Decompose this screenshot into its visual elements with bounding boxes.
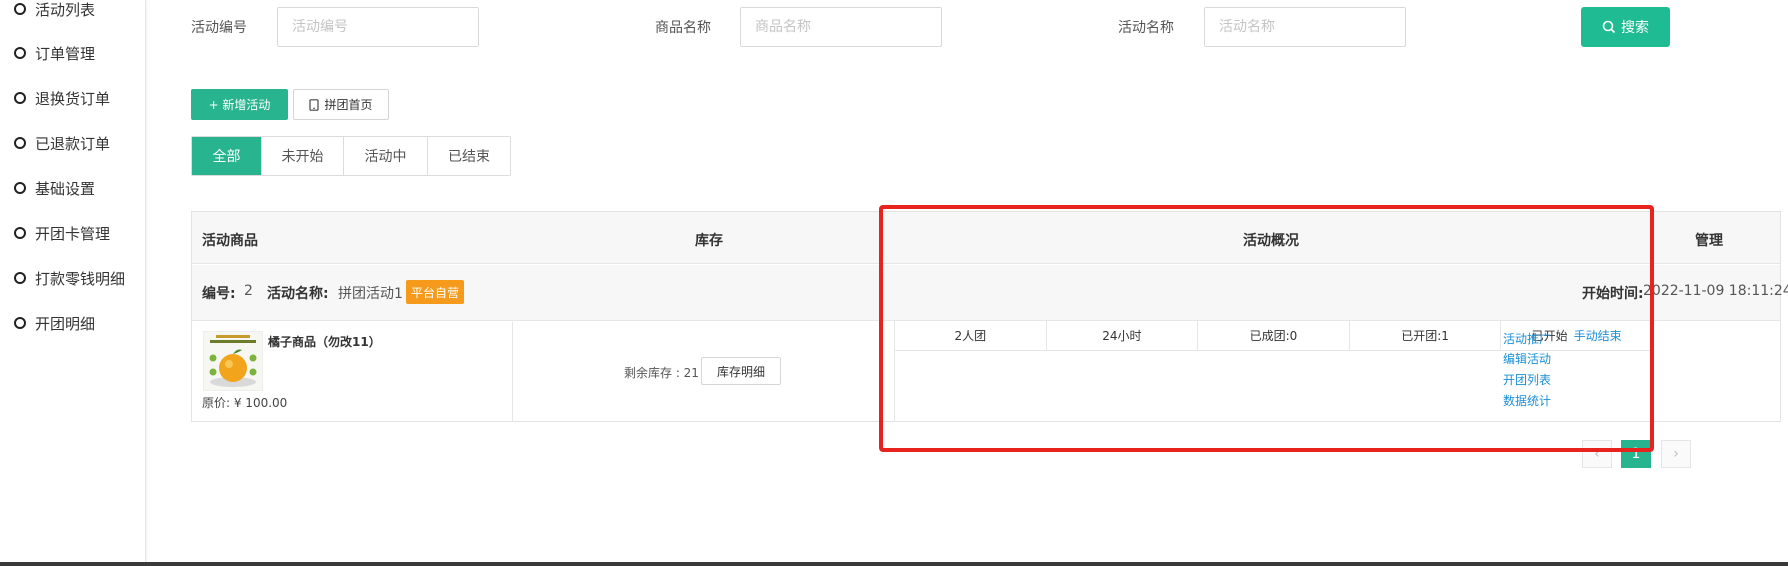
circle-icon — [14, 137, 26, 149]
sidebar-item-refunded[interactable]: 已退款订单 — [14, 131, 110, 155]
mobile-icon — [309, 98, 320, 111]
next-page-button[interactable]: › — [1661, 440, 1691, 468]
tab-ended[interactable]: 已结束 — [428, 137, 510, 175]
bottom-border — [0, 562, 1788, 566]
product-name-label: 商品名称 — [655, 20, 711, 36]
sidebar-item-settings[interactable]: 基础设置 — [14, 176, 95, 200]
sidebar-item-payouts[interactable]: 打款零钱明细 — [14, 266, 125, 290]
activity-name-input[interactable] — [1204, 7, 1406, 47]
sidebar-item-label: 基础设置 — [35, 179, 96, 198]
sidebar-item-label: 已退款订单 — [35, 134, 111, 153]
tab-all[interactable]: 全部 — [192, 137, 262, 175]
stock-detail-button[interactable]: 库存明细 — [701, 357, 781, 385]
id-label: 编号: — [202, 286, 236, 302]
circle-icon — [14, 3, 26, 15]
group-home-button[interactable]: 拼团首页 — [293, 89, 389, 120]
circle-icon — [14, 317, 26, 329]
header-stock: 库存 — [695, 233, 723, 249]
sidebar-item-label: 开团卡管理 — [35, 224, 111, 243]
activity-name-value: 拼团活动1 — [338, 286, 403, 302]
sidebar-item-activity-list[interactable]: 活动列表 — [14, 0, 95, 21]
id-value: 2 — [244, 283, 253, 299]
status-tabs: 全部 未开始 活动中 已结束 — [191, 136, 511, 176]
add-activity-button[interactable]: + 新增活动 — [191, 89, 288, 120]
sidebar-item-group-details[interactable]: 开团明细 — [14, 311, 95, 335]
activity-name-label-cell: 活动名称: — [267, 286, 329, 302]
activity-no-input[interactable] — [277, 7, 479, 47]
sidebar-item-returns[interactable]: 退换货订单 — [14, 86, 110, 110]
circle-icon — [14, 182, 26, 194]
product-name[interactable]: 橘子商品（勿改11） — [268, 333, 381, 350]
search-button[interactable]: 搜索 — [1581, 7, 1670, 47]
group-home-label: 拼团首页 — [324, 98, 373, 112]
search-icon — [1602, 20, 1616, 34]
start-time-value: 2022-11-09 18:11:24 — [1643, 283, 1788, 299]
activity-name-label: 活动名称 — [1118, 20, 1174, 36]
sidebar: 活动列表 订单管理 退换货订单 已退款订单 基础设置 开团卡管理 打款零钱明细 … — [0, 0, 146, 562]
product-image — [203, 331, 263, 391]
activity-no-label: 活动编号 — [191, 20, 247, 36]
sidebar-item-label: 退换货订单 — [35, 89, 111, 108]
sidebar-item-label: 打款零钱明细 — [35, 269, 126, 288]
circle-icon — [14, 92, 26, 104]
tab-not-started[interactable]: 未开始 — [262, 137, 344, 175]
column-divider — [512, 322, 513, 422]
sidebar-item-group-cards[interactable]: 开团卡管理 — [14, 221, 110, 245]
sidebar-item-orders[interactable]: 订单管理 — [14, 41, 95, 65]
product-price: 原价: ¥ 100.00 — [202, 396, 288, 410]
product-name-input[interactable] — [740, 7, 942, 47]
remaining-stock: 剩余库存 : 21 — [624, 366, 699, 380]
search-button-label: 搜索 — [1621, 20, 1649, 36]
highlight-box — [879, 205, 1654, 452]
platform-badge: 平台自营 — [406, 280, 465, 304]
sidebar-item-label: 活动列表 — [35, 0, 96, 19]
circle-icon — [14, 227, 26, 239]
tab-in-progress[interactable]: 活动中 — [344, 137, 428, 175]
header-product: 活动商品 — [202, 233, 258, 249]
sidebar-item-label: 订单管理 — [35, 44, 96, 63]
sidebar-item-label: 开团明细 — [35, 314, 96, 333]
circle-icon — [14, 47, 26, 59]
circle-icon — [14, 272, 26, 284]
header-manage: 管理 — [1695, 233, 1723, 249]
